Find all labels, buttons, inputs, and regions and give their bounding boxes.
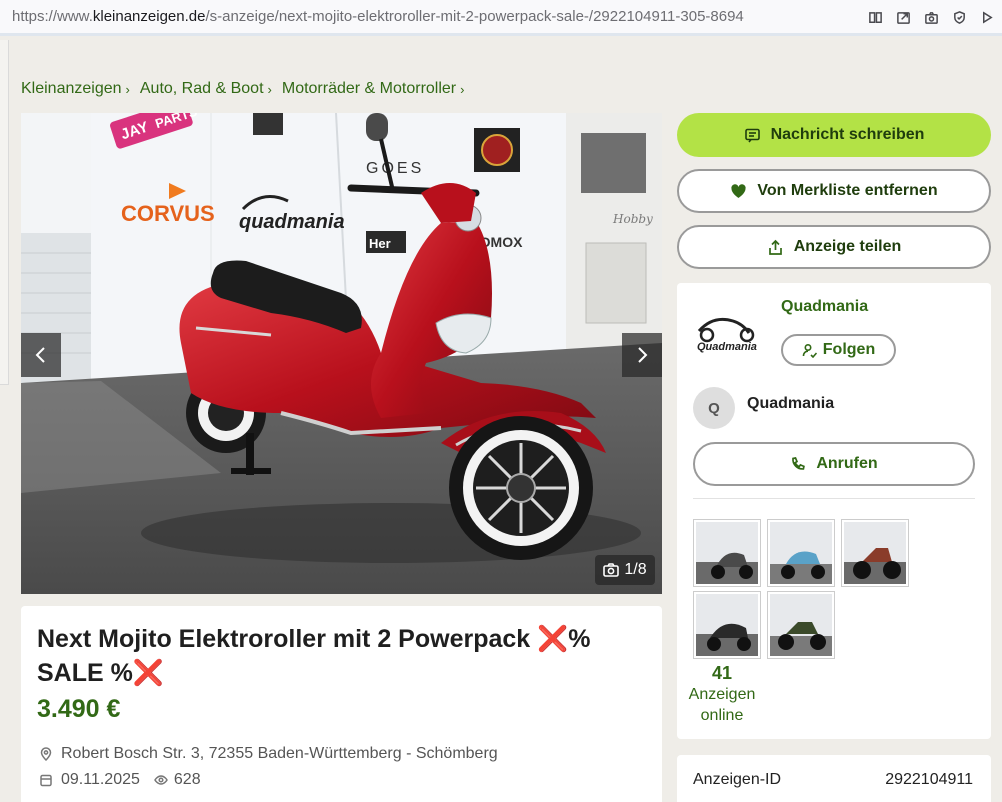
share-ad-button[interactable]: Anzeige teilen bbox=[677, 225, 991, 269]
ad-price: 3.490 € bbox=[37, 695, 121, 723]
breadcrumb-item-motorraeder[interactable]: Motorräder & Motorroller › bbox=[282, 80, 465, 98]
breadcrumb-label: Kleinanzeigen bbox=[21, 80, 122, 97]
ad-title: Next Mojito Elektroroller mit 2 Powerpac… bbox=[37, 625, 591, 687]
date-views-row: 09.11.2025 628 bbox=[39, 771, 201, 789]
ad-summary-card: Next Mojito Elektroroller mit 2 Powerpac… bbox=[21, 606, 662, 802]
share-icon bbox=[768, 239, 782, 255]
ad-location[interactable]: Robert Bosch Str. 3, 72355 Baden-Württem… bbox=[61, 745, 498, 763]
avatar[interactable]: Q bbox=[693, 387, 735, 429]
seller-ad-thumbnail[interactable] bbox=[693, 591, 761, 659]
chevron-right-icon: › bbox=[125, 81, 130, 97]
image-counter-text: 1/8 bbox=[624, 561, 647, 578]
store-logo[interactable]: Quadmania bbox=[693, 313, 765, 353]
shield-icon[interactable] bbox=[950, 8, 968, 26]
seller-ads-label-line2: online bbox=[700, 707, 744, 724]
contact-name[interactable]: Quadmania bbox=[747, 395, 834, 413]
image-gallery[interactable]: JAY PARTS CORVUS quadmania GOES Her TROM… bbox=[21, 113, 662, 594]
avatar-initial: Q bbox=[708, 399, 720, 417]
breadcrumb-item-kleinanzeigen[interactable]: Kleinanzeigen › bbox=[21, 80, 130, 98]
seller-ads-count[interactable]: 41 bbox=[693, 663, 751, 684]
wall-text-her: Her bbox=[369, 236, 391, 251]
reader-icon[interactable] bbox=[866, 8, 884, 26]
phone-icon bbox=[792, 457, 806, 470]
follow-button[interactable]: Folgen bbox=[781, 334, 896, 366]
camera-icon[interactable] bbox=[922, 8, 940, 26]
ad-id-label: Anzeigen-ID bbox=[693, 771, 782, 788]
image-counter: 1/8 bbox=[595, 555, 655, 585]
main-ad-photo[interactable]: JAY PARTS CORVUS quadmania GOES Her TROM… bbox=[21, 113, 662, 594]
ad-views: 628 bbox=[173, 771, 201, 788]
ad-date: 09.11.2025 bbox=[61, 771, 140, 788]
follow-user-icon bbox=[802, 343, 817, 358]
seller-ads-label[interactable]: Anzeigen online bbox=[677, 684, 767, 726]
message-button[interactable]: Nachricht schreiben bbox=[677, 113, 991, 157]
chevron-right-icon: › bbox=[267, 81, 272, 97]
seller-ad-thumbnail[interactable] bbox=[767, 591, 835, 659]
eye-icon bbox=[154, 775, 168, 785]
breadcrumb-item-auto-rad-boot[interactable]: Auto, Rad & Boot › bbox=[140, 80, 272, 98]
seller-ads-label-line1: Anzeigen bbox=[688, 686, 756, 703]
gallery-next-button[interactable] bbox=[622, 333, 662, 377]
follow-button-label: Folgen bbox=[822, 341, 876, 358]
side-panel-edge bbox=[0, 40, 9, 385]
divider bbox=[693, 498, 975, 499]
camera-icon bbox=[603, 563, 620, 577]
location-row: Robert Bosch Str. 3, 72355 Baden-Württem… bbox=[39, 745, 498, 763]
views-count: 628 bbox=[154, 771, 201, 789]
ad-id-value: 2922104911 bbox=[885, 771, 973, 788]
forward-icon[interactable] bbox=[978, 8, 996, 26]
chat-icon bbox=[744, 128, 760, 142]
seller-ad-thumbnail[interactable] bbox=[693, 519, 761, 587]
store-name[interactable]: Quadmania bbox=[781, 298, 868, 316]
url-path: /s-anzeige/next-mojito-elektroroller-mit… bbox=[205, 8, 744, 25]
watchlist-remove-button[interactable]: Von Merkliste entfernen bbox=[677, 169, 991, 213]
seller-ad-thumbnail[interactable] bbox=[841, 519, 909, 587]
call-button[interactable]: Anrufen bbox=[693, 442, 975, 486]
chevron-right-icon: › bbox=[460, 81, 465, 97]
chevron-right-icon bbox=[638, 347, 648, 363]
chevron-left-icon bbox=[35, 347, 45, 363]
breadcrumb-label: Auto, Rad & Boot bbox=[139, 80, 264, 97]
browser-url-bar[interactable]: https://www.kleinanzeigen.de/s-anzeige/n… bbox=[0, 0, 1002, 36]
seller-ad-thumbnail[interactable] bbox=[767, 519, 835, 587]
wall-text-hobby: Hobby bbox=[612, 212, 653, 226]
breadcrumb: Kleinanzeigen › Auto, Rad & Boot › Motorrä… bbox=[21, 80, 464, 98]
url-prefix: https://www. bbox=[12, 8, 93, 25]
ad-details-card: Anzeigen-ID 2922104911 bbox=[677, 755, 991, 802]
store-logo-text: Quadmania bbox=[697, 341, 757, 353]
url-host: kleinanzeigen.de bbox=[92, 8, 206, 25]
location-pin-icon bbox=[40, 747, 52, 761]
share-button-label: Anzeige teilen bbox=[793, 238, 902, 255]
share-icon[interactable] bbox=[894, 8, 912, 26]
watchlist-button-label: Von Merkliste entfernen bbox=[757, 182, 938, 199]
heart-icon bbox=[731, 183, 747, 198]
call-button-label: Anrufen bbox=[816, 455, 878, 472]
url-text[interactable]: https://www.kleinanzeigen.de/s-anzeige/n… bbox=[12, 8, 744, 25]
wall-text-quadmania: quadmania bbox=[239, 211, 345, 233]
seller-card: Quadmania Quadmania Folgen Q Quadmania A… bbox=[677, 283, 991, 739]
wall-text-goes: GOES bbox=[366, 160, 424, 177]
calendar-icon bbox=[40, 774, 52, 787]
message-button-label: Nachricht schreiben bbox=[770, 126, 925, 143]
breadcrumb-label: Motorräder & Motorroller bbox=[281, 80, 457, 97]
gallery-prev-button[interactable] bbox=[21, 333, 61, 377]
wall-text-corvus: CORVUS bbox=[121, 201, 215, 226]
